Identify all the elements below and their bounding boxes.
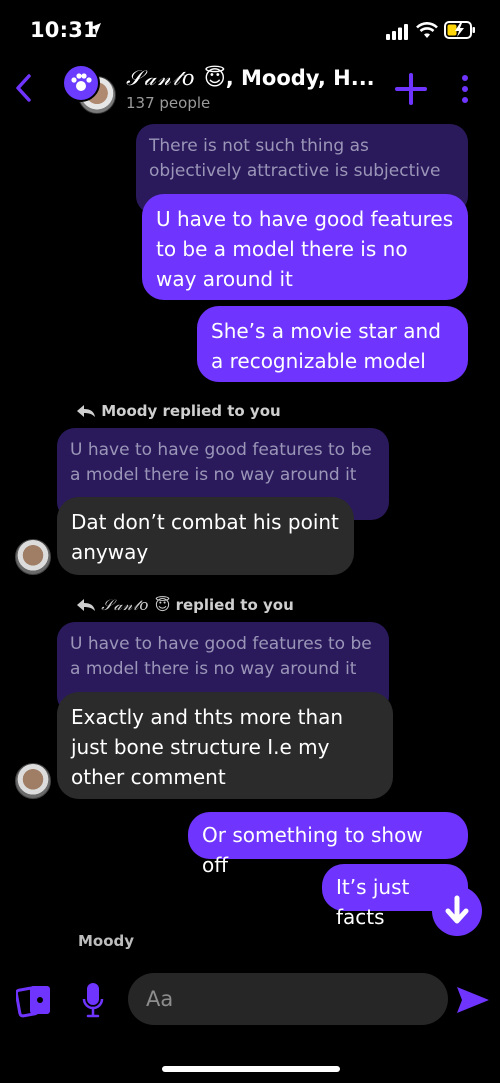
message-input[interactable]: Aa xyxy=(128,973,448,1025)
back-chevron-icon[interactable] xyxy=(12,72,36,104)
home-indicator xyxy=(162,1066,340,1072)
chat-title[interactable]: 𝒮𝒶𝓃𝓉𝑜 😇, Moody, H... xyxy=(126,66,375,91)
sender-avatar[interactable] xyxy=(15,763,51,799)
reply-indicator: Moody replied to you xyxy=(76,402,281,420)
message-bubble-incoming[interactable]: Exactly and thts more than just bone str… xyxy=(57,692,393,799)
reply-label-text: replied to you xyxy=(175,596,294,614)
sender-avatar[interactable] xyxy=(15,539,51,575)
message-bubble-outgoing[interactable]: U have to have good features to be a mod… xyxy=(142,194,468,300)
add-icon[interactable] xyxy=(394,72,428,106)
title-script-name: 𝒮𝒶𝓃𝓉𝑜 xyxy=(126,66,197,90)
group-paw-icon xyxy=(62,64,100,102)
message-bubble-outgoing[interactable]: Or something to show off xyxy=(188,812,468,877)
reply-arrow-icon xyxy=(77,599,95,611)
arrow-down-icon xyxy=(445,895,469,924)
message-bubble-outgoing[interactable]: She’s a movie star and a recognizable mo… xyxy=(197,306,468,382)
reply-indicator: 𝒮𝒶𝓃𝓉𝑜 😇 replied to you xyxy=(76,596,294,614)
reply-arrow-icon xyxy=(77,405,95,417)
more-options-icon[interactable] xyxy=(456,72,474,106)
title-rest: , Moody, H... xyxy=(225,66,375,90)
cards-icon[interactable] xyxy=(16,984,54,1018)
microphone-icon[interactable] xyxy=(82,982,104,1018)
battery-charging-icon xyxy=(444,21,475,39)
location-arrow-icon xyxy=(89,23,101,35)
message-bubble-incoming[interactable]: Dat don’t combat his point anyway xyxy=(57,497,354,575)
scroll-to-bottom-button[interactable] xyxy=(432,886,482,936)
cellular-signal-icon xyxy=(386,24,408,40)
typing-sender-name: Moody xyxy=(78,932,135,950)
member-count: 137 people xyxy=(126,94,211,112)
title-emoji: 😇 xyxy=(203,66,226,90)
reply-label-name: 𝒮𝒶𝓃𝓉𝑜 xyxy=(101,596,150,614)
group-avatar[interactable] xyxy=(62,64,116,116)
send-icon[interactable] xyxy=(456,986,490,1014)
reply-label-emoji: 😇 xyxy=(154,596,171,614)
reply-label-text: Moody replied to you xyxy=(101,402,281,420)
wifi-icon xyxy=(416,22,438,38)
